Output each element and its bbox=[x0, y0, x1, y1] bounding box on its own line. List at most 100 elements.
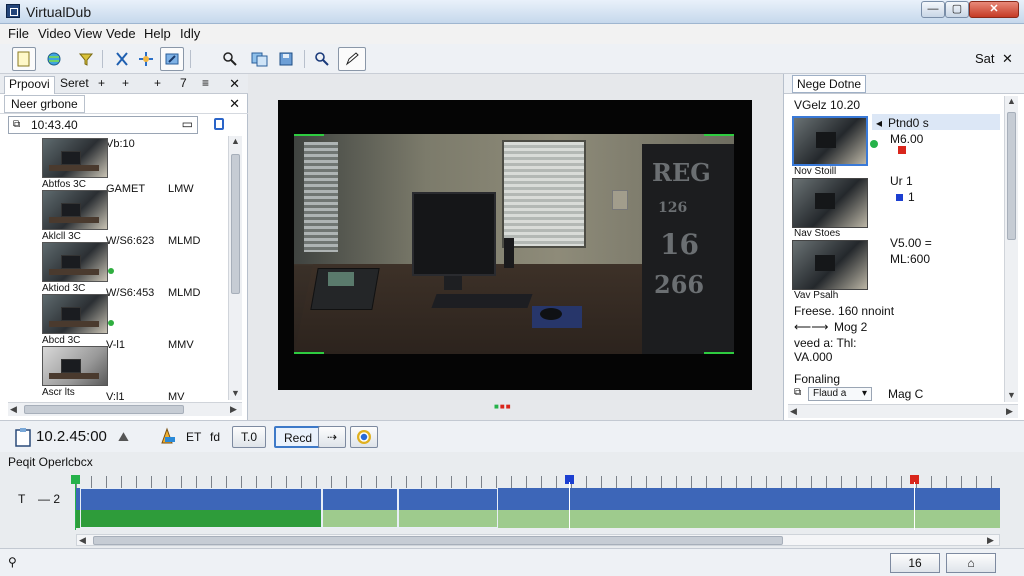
next-button[interactable]: ⇢ bbox=[318, 426, 347, 448]
tab-plus-icon[interactable]: + bbox=[154, 76, 161, 90]
bookmark-icon[interactable] bbox=[214, 118, 224, 130]
right-panel-scrollbar[interactable]: ▲ ▼ bbox=[1004, 96, 1018, 402]
scroll-up-icon[interactable]: ▲ bbox=[1007, 96, 1016, 106]
right-panel-header: Nege Dotne bbox=[784, 74, 1024, 94]
scroll-thumb[interactable] bbox=[1007, 112, 1016, 240]
home-icon[interactable]: ⌂ bbox=[946, 553, 996, 573]
subtab-neer-grbone[interactable]: Neer grbone bbox=[4, 95, 85, 113]
chrome-icon[interactable] bbox=[350, 426, 378, 448]
start-marker-line bbox=[75, 482, 76, 530]
video-frame[interactable]: REG 126 16 266 bbox=[278, 100, 752, 390]
new-file-icon[interactable] bbox=[12, 47, 36, 71]
wizard-icon[interactable]: ⛰ bbox=[118, 429, 129, 445]
right-panel-hscrollbar[interactable]: ◀ ▶ bbox=[788, 404, 1018, 418]
menu-vede[interactable]: Vede bbox=[106, 26, 136, 41]
clip-name: W/S6:623 bbox=[106, 235, 155, 247]
mark-icon[interactable] bbox=[158, 427, 176, 448]
copy-frame-icon[interactable] bbox=[248, 47, 272, 71]
scroll-right-icon[interactable]: ▶ bbox=[987, 535, 994, 546]
format-dropdown[interactable]: Flaud a ▾ bbox=[808, 387, 872, 401]
scroll-left-icon[interactable]: ◀ bbox=[79, 535, 86, 546]
clipboard-icon[interactable] bbox=[14, 427, 32, 450]
export-icon[interactable] bbox=[160, 47, 184, 71]
save-frame-icon[interactable] bbox=[274, 47, 298, 71]
toolbar-right-label[interactable]: Sat bbox=[975, 51, 995, 66]
clip-list-scrollbar[interactable]: ▲ ▼ bbox=[228, 136, 242, 400]
timeline-ruler[interactable] bbox=[76, 476, 1000, 488]
left-panel-close-icon[interactable]: ✕ bbox=[229, 76, 240, 92]
menu-video[interactable]: Video bbox=[38, 26, 71, 41]
red-marker-icon bbox=[898, 146, 906, 154]
menu-help[interactable]: Help bbox=[144, 26, 171, 41]
arrows-value: Mog 2 bbox=[834, 320, 868, 334]
time-input[interactable]: ⧉ 10:43.40 ▭ bbox=[8, 116, 198, 134]
field-icon: ⧉ bbox=[794, 387, 802, 398]
end-marker-line bbox=[914, 482, 915, 530]
scroll-down-icon[interactable]: ▼ bbox=[1007, 390, 1016, 400]
keyframe-thumbnail[interactable] bbox=[792, 116, 868, 166]
clip-name: W/S6:453 bbox=[106, 287, 155, 299]
menu-file[interactable]: File bbox=[8, 26, 29, 41]
maximize-button[interactable]: ▢ bbox=[945, 1, 969, 18]
clip-label: Aklcll 3C bbox=[42, 231, 81, 242]
clip-list-hscrollbar[interactable]: ◀ ▶ bbox=[8, 402, 242, 416]
subtab-close-icon[interactable]: ✕ bbox=[229, 96, 240, 112]
arrows-icon[interactable]: ⟵⟶ bbox=[794, 320, 828, 334]
minimize-button[interactable]: — bbox=[921, 1, 945, 18]
open-globe-icon[interactable] bbox=[42, 47, 66, 71]
move-icon[interactable] bbox=[134, 47, 158, 71]
scroll-up-icon[interactable]: ▲ bbox=[231, 136, 240, 146]
to-button[interactable]: T.0 bbox=[232, 426, 267, 448]
filter-icon[interactable] bbox=[74, 47, 98, 71]
transport-label-fd[interactable]: fd bbox=[210, 430, 220, 444]
list-item[interactable]: V-l1 MMV Ascr lts V:l1 MV bbox=[8, 339, 228, 400]
scroll-down-icon[interactable]: ▼ bbox=[231, 388, 240, 398]
tab-prpoovi[interactable]: Prpoovi bbox=[4, 76, 55, 94]
clip-thumbnail bbox=[42, 346, 108, 386]
record-button[interactable]: Recd bbox=[274, 426, 323, 448]
format-right-label: Mag C bbox=[888, 387, 924, 401]
dropdown-arrow-icon[interactable]: ▾ bbox=[862, 388, 867, 399]
scroll-right-icon[interactable]: ▶ bbox=[230, 404, 237, 415]
clip-name: GAMET bbox=[106, 183, 146, 195]
timeline-clip[interactable] bbox=[322, 488, 398, 528]
tab-nege-dotne[interactable]: Nege Dotne bbox=[792, 75, 867, 93]
status-button-16[interactable]: 16 bbox=[890, 553, 940, 573]
tab-seven[interactable]: 7 bbox=[180, 76, 187, 90]
timeline-scrollbar[interactable]: ◀ ▶ bbox=[76, 534, 1000, 546]
clip-name: V-l1 bbox=[106, 339, 125, 351]
clip-dim: MLMD bbox=[168, 287, 201, 299]
close-button[interactable]: ✕ bbox=[969, 1, 1019, 18]
clip-dim: LMW bbox=[168, 183, 194, 195]
current-time: 10.2.45:00 bbox=[36, 428, 107, 445]
transport-label-et[interactable]: ET bbox=[186, 430, 201, 444]
format-dropdown-value: Flaud a bbox=[813, 388, 847, 399]
keyframe-value: ML:600 bbox=[890, 252, 931, 266]
scroll-left-icon[interactable]: ◀ bbox=[790, 406, 797, 417]
keyframe-thumbnail[interactable] bbox=[792, 240, 868, 290]
hscroll-thumb[interactable] bbox=[93, 536, 783, 545]
clip-dim: MV bbox=[168, 391, 185, 400]
timeline-clip[interactable] bbox=[398, 488, 498, 528]
tab-add-a[interactable]: + bbox=[98, 76, 105, 90]
menu-view[interactable]: View bbox=[74, 26, 102, 41]
tab-seret[interactable]: Seret bbox=[60, 76, 89, 90]
toolbar-close-icon[interactable]: ✕ bbox=[1002, 51, 1013, 67]
tab-add-b[interactable]: + bbox=[122, 76, 129, 90]
search-icon[interactable] bbox=[310, 47, 334, 71]
hscroll-thumb[interactable] bbox=[24, 405, 184, 414]
menu-idly[interactable]: Idly bbox=[180, 26, 200, 41]
left-panel-subheader: Neer grbone ✕ bbox=[0, 94, 248, 114]
clip-label: Abtfos 3C bbox=[42, 179, 86, 190]
tab-menu-icon[interactable]: ≡ bbox=[202, 76, 209, 90]
scroll-thumb[interactable] bbox=[231, 154, 240, 294]
timeline-clip[interactable] bbox=[80, 488, 322, 528]
edit-icon[interactable] bbox=[338, 47, 366, 71]
scroll-right-icon[interactable]: ▶ bbox=[1006, 406, 1013, 417]
spin-icon[interactable]: ▭ bbox=[182, 117, 193, 131]
cut-icon[interactable] bbox=[110, 47, 134, 71]
keyframe-thumbnail[interactable] bbox=[792, 178, 868, 228]
keyframe-arrow-icon: ◂ bbox=[876, 116, 883, 130]
scroll-left-icon[interactable]: ◀ bbox=[10, 404, 17, 415]
zoom-icon[interactable] bbox=[218, 47, 242, 71]
